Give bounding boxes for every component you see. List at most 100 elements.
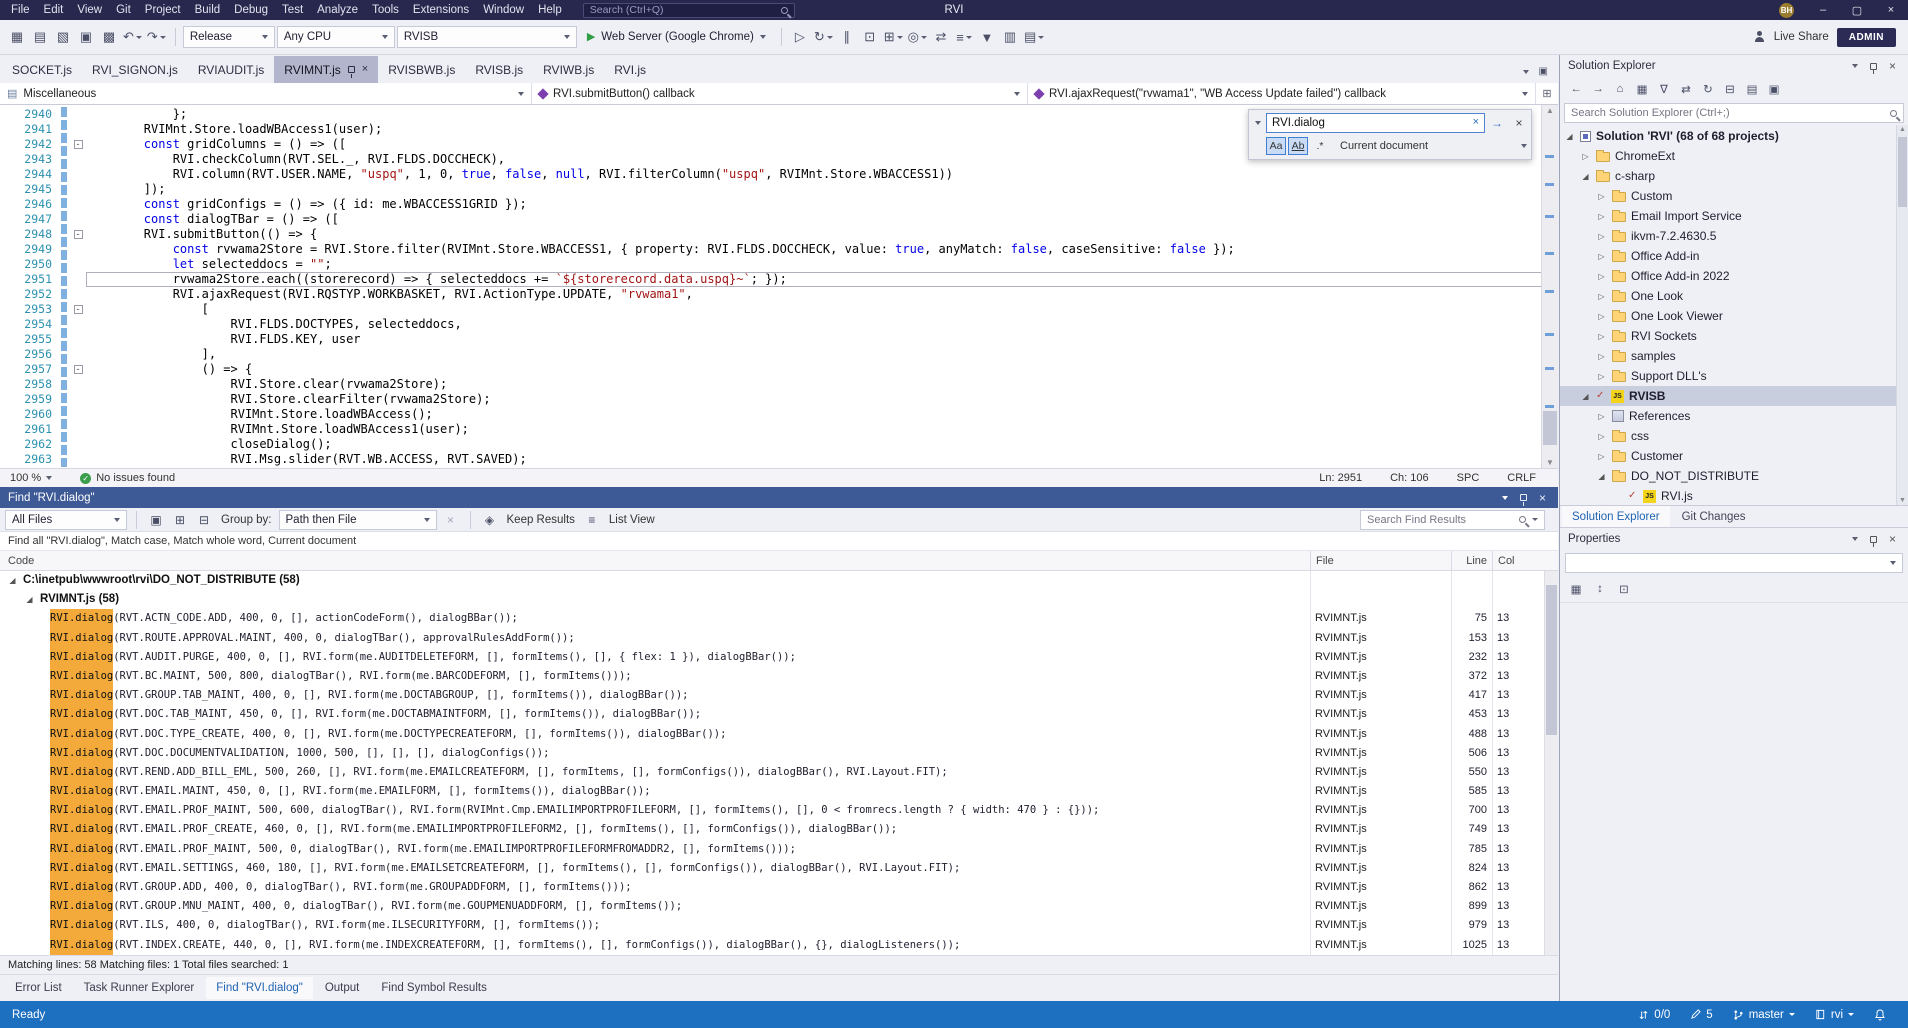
pin-icon[interactable] [1870, 536, 1877, 543]
tree-item-do-not-distribute[interactable]: ◢DO_NOT_DISTRIBUTE [1560, 466, 1908, 486]
pending-edits[interactable]: 5 [1690, 1009, 1712, 1021]
chevron-expanded-icon[interactable]: ◢ [24, 590, 35, 609]
dock-tab-git-changes[interactable]: Git Changes [1672, 506, 1756, 527]
live-share-button[interactable]: Live Share [1774, 31, 1829, 43]
whitespace-indicator[interactable]: SPC [1457, 472, 1480, 484]
column-line[interactable]: Line [1451, 551, 1492, 570]
result-group-row[interactable]: ◢C:\inetpub\wwwroot\rvi\DO_NOT_DISTRIBUT… [0, 571, 1558, 590]
property-pages-icon[interactable]: ⊡ [1614, 579, 1634, 599]
result-row[interactable]: RVI.dialog(RVT.GROUP.ADD, 400, 0, dialog… [0, 878, 1558, 897]
solution-tree-scrollbar[interactable]: ▲ ▼ [1896, 125, 1908, 505]
menu-analyze[interactable]: Analyze [310, 0, 365, 20]
chevron-expanded-icon[interactable]: ◢ [1580, 392, 1591, 401]
result-row[interactable]: RVI.dialog(RVT.AUDIT.PURGE, 400, 0, [], … [0, 648, 1558, 667]
result-row[interactable]: RVI.dialog(RVT.ILS, 400, 0, dialogTBar()… [0, 916, 1558, 935]
attach-process-icon[interactable]: ⊡ [859, 25, 881, 49]
menu-git[interactable]: Git [109, 0, 138, 20]
configuration-dropdown[interactable]: Release [183, 26, 275, 48]
forward-icon[interactable]: → [1588, 79, 1608, 99]
expand-replace-chevron-icon[interactable] [1251, 121, 1264, 125]
result-row[interactable]: RVI.dialog(RVT.ACTN_CODE.ADD, 400, 0, []… [0, 609, 1558, 628]
properties-icon[interactable]: ▣ [1764, 79, 1784, 99]
tree-item-rvisb[interactable]: ◢✓JSRVISB [1560, 386, 1908, 406]
find-query-input[interactable]: RVI.dialog × [1266, 113, 1485, 133]
sync-with-active-document-icon[interactable]: ⇄ [1676, 79, 1696, 99]
code-line[interactable]: 2947 const dialogTBar = () => ([ [0, 212, 1558, 227]
chevron-collapsed-icon[interactable]: ▷ [1596, 272, 1607, 281]
result-row[interactable]: RVI.dialog(RVT.ROUTE.APPROVAL.MAINT, 400… [0, 629, 1558, 648]
code-line[interactable]: 2949 const rvwama2Store = RVI.Store.filt… [0, 242, 1558, 257]
result-row[interactable]: RVI.dialog(RVT.EMAIL.PROF_MAINT, 500, 60… [0, 801, 1558, 820]
collapse-region-icon[interactable]: - [74, 230, 83, 239]
notifications-button[interactable] [1874, 1009, 1886, 1021]
navigate-icon[interactable]: ⇄ [930, 25, 952, 49]
chevron-collapsed-icon[interactable]: ▷ [1596, 352, 1607, 361]
menu-file[interactable]: File [4, 0, 37, 20]
avatar[interactable]: BH [1779, 3, 1794, 18]
result-row[interactable]: RVI.dialog(RVT.BC.MAINT, 500, 800, dialo… [0, 667, 1558, 686]
menu-build[interactable]: Build [188, 0, 228, 20]
task-list-icon[interactable]: ▤ [1022, 25, 1046, 49]
code-line[interactable]: 2955 RVI.FLDS.KEY, user [0, 332, 1558, 347]
tree-item-rvi-js[interactable]: ✓JSRVI.js [1560, 486, 1908, 505]
chevron-collapsed-icon[interactable]: ▷ [1596, 412, 1607, 421]
pending-changes-filter-icon[interactable]: ∇ [1654, 79, 1674, 99]
find-next-icon[interactable]: → [1487, 113, 1507, 133]
collapse-all-icon[interactable]: ⊟ [1720, 79, 1740, 99]
tree-item-office-add-in[interactable]: ▷Office Add-in [1560, 246, 1908, 266]
home-icon[interactable]: ⌂ [1610, 79, 1630, 99]
list-view-icon[interactable]: ≡ [582, 510, 602, 530]
collapse-region-icon[interactable]: - [74, 140, 83, 149]
close-icon[interactable]: × [1889, 60, 1896, 72]
close-find-icon[interactable]: × [1509, 113, 1529, 133]
panel-tab-error-list[interactable]: Error List [5, 977, 72, 999]
comment-icon[interactable]: ▥ [999, 25, 1021, 49]
run-no-debug-icon[interactable]: ▷ [789, 25, 811, 49]
clear-results-icon[interactable]: × [441, 510, 461, 530]
menu-view[interactable]: View [70, 0, 109, 20]
solution-explorer-title-bar[interactable]: Solution Explorer × [1560, 55, 1908, 77]
chevron-expanded-icon[interactable]: ◢ [1596, 472, 1607, 481]
issues-indicator[interactable]: ✓ No issues found [62, 472, 175, 484]
result-row[interactable]: RVI.dialog(RVT.DOC.TAB_MAINT, 450, 0, []… [0, 705, 1558, 724]
menu-window[interactable]: Window [476, 0, 531, 20]
column-col[interactable]: Col [1492, 551, 1558, 570]
code-line[interactable]: 2959 RVI.Store.clearFilter(rvwama2Store)… [0, 392, 1558, 407]
quick-search-input[interactable]: Search (Ctrl+Q) [583, 3, 795, 18]
column-code[interactable]: Code [0, 551, 1310, 570]
panel-tab-task-runner-explorer[interactable]: Task Runner Explorer [74, 977, 205, 999]
tree-item-solution-rvi-68-of-68-projects[interactable]: ◢Solution 'RVI' (68 of 68 projects) [1560, 126, 1908, 146]
bookmark-icon[interactable]: ▼ [976, 25, 998, 49]
window-position-chevron-icon[interactable] [1852, 537, 1858, 541]
code-line[interactable]: 2951 rvwama2Store.each((storerecord) => … [0, 272, 1558, 287]
save-icon[interactable]: ▣ [75, 25, 97, 49]
panel-tab-find-rvi-dialog[interactable]: Find "RVI.dialog" [206, 977, 313, 999]
chevron-collapsed-icon[interactable]: ▷ [1596, 452, 1607, 461]
pin-icon[interactable] [1520, 494, 1527, 501]
code-editor[interactable]: 2940 };2941 RVIMnt.Store.loadWBAccess1(u… [0, 105, 1558, 468]
tree-item-custom[interactable]: ▷Custom [1560, 186, 1908, 206]
tab-rvi-signon-js[interactable]: RVI_SIGNON.js [82, 56, 188, 83]
fold-gutter[interactable]: - [70, 362, 86, 377]
code-line[interactable]: 2948- RVI.submitButton(() => { [0, 227, 1558, 242]
find-in-files-icon[interactable]: ◎ [906, 25, 929, 49]
regex-toggle[interactable]: .* [1310, 137, 1330, 155]
show-all-files-icon[interactable]: ▤ [1742, 79, 1762, 99]
open-file-icon[interactable]: ▧ [52, 25, 74, 49]
menu-project[interactable]: Project [138, 0, 188, 20]
close-icon[interactable]: × [362, 64, 368, 75]
expand-all-icon[interactable]: ⊞ [170, 510, 190, 530]
tab-rviaudit-js[interactable]: RVIAUDIT.js [188, 56, 274, 83]
platform-dropdown[interactable]: Any CPU [277, 26, 395, 48]
search-results-input[interactable]: Search Find Results [1360, 510, 1545, 530]
result-row[interactable]: RVI.dialog(RVT.EMAIL.SETTINGS, 460, 180,… [0, 859, 1558, 878]
chevron-collapsed-icon[interactable]: ▷ [1596, 192, 1607, 201]
code-line[interactable]: 2944 RVI.column(RVT.USER.NAME, "uspq", 1… [0, 167, 1558, 182]
clear-query-icon[interactable]: × [1473, 117, 1479, 128]
scroll-down-icon[interactable]: ▼ [1542, 458, 1558, 467]
collapse-region-icon[interactable]: - [74, 365, 83, 374]
refresh-icon[interactable]: ↻ [1698, 79, 1718, 99]
code-line[interactable]: 2956 ], [0, 347, 1558, 362]
keep-results-icon[interactable]: ◈ [480, 510, 500, 530]
break-all-icon[interactable]: ∥ [836, 25, 858, 49]
